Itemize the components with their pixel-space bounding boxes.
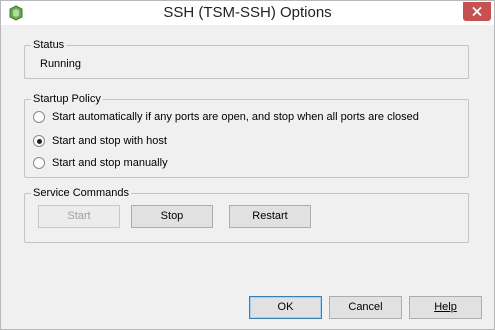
radio-button[interactable] <box>33 111 45 123</box>
status-value: Running <box>40 58 81 70</box>
startup-policy-group: Startup Policy Start automatically if an… <box>24 92 469 178</box>
window-title: SSH (TSM-SSH) Options <box>163 4 332 21</box>
startup-policy-group-label: Startup Policy <box>31 92 103 106</box>
startup-option-label: Start automatically if any ports are ope… <box>52 111 419 123</box>
service-commands-group-label: Service Commands <box>31 186 131 200</box>
help-button[interactable]: Help <box>409 296 482 319</box>
radio-button-selected[interactable] <box>33 135 45 147</box>
startup-option-label: Start and stop with host <box>52 135 167 147</box>
startup-option-manual[interactable]: Start and stop manually <box>33 156 168 170</box>
startup-option-auto[interactable]: Start automatically if any ports are ope… <box>33 110 419 124</box>
start-button[interactable]: Start <box>38 205 120 228</box>
close-icon <box>472 7 482 16</box>
status-group: Status Running <box>24 38 469 79</box>
title-bar[interactable]: SSH (TSM-SSH) Options <box>1 1 494 25</box>
radio-button[interactable] <box>33 157 45 169</box>
close-button[interactable] <box>463 2 491 21</box>
ssh-options-dialog: SSH (TSM-SSH) Options Status Running Sta… <box>0 0 495 330</box>
startup-option-label: Start and stop manually <box>52 157 168 169</box>
cancel-button[interactable]: Cancel <box>329 296 402 319</box>
restart-button[interactable]: Restart <box>229 205 311 228</box>
status-group-label: Status <box>31 38 67 52</box>
ok-button[interactable]: OK <box>249 296 322 319</box>
startup-option-with-host[interactable]: Start and stop with host <box>33 134 167 148</box>
stop-button[interactable]: Stop <box>131 205 213 228</box>
